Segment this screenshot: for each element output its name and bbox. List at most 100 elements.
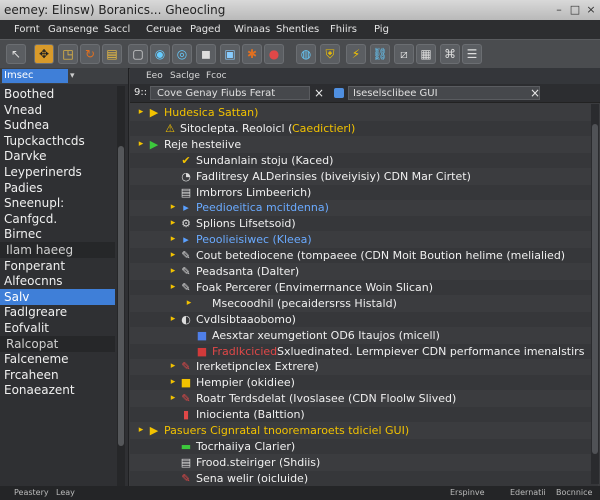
tree-row[interactable]: ▸ ✎ Cout betediocene (tompaeee (CDN Moit B… (130, 248, 598, 264)
record-tool-icon[interactable]: ● (264, 44, 284, 64)
menu-item-fornt[interactable]: Fornt (14, 20, 40, 39)
globe-tool-icon[interactable]: ◍ (296, 44, 316, 64)
rotate-tool-icon[interactable]: ↻ (80, 44, 100, 64)
zoom-tool-icon[interactable]: ◉ (150, 44, 170, 64)
sidebar-item[interactable]: Fadlgreare (0, 304, 115, 320)
tree-row[interactable]: ▸ ▸ Peedioeitica mcitdenna) (130, 200, 598, 215)
menu-item-winaas[interactable]: Winaas (234, 20, 270, 39)
tree-row[interactable]: ▮ Iniocienta (Balttion) (130, 407, 598, 423)
sidebar-selector[interactable]: Imsec (2, 69, 68, 83)
shield-tool-icon[interactable]: ⛨ (320, 44, 340, 64)
tree-row[interactable]: ✔ Sundanlain stoju (Kaced) (130, 152, 598, 168)
tree-scrollbar[interactable] (591, 104, 599, 484)
select-tool-icon[interactable]: ◳ (58, 44, 78, 64)
tree-row[interactable]: ▸ ✎ Roatr Terdsdelat (Ivoslasee (CDN Flool… (130, 391, 598, 406)
sidebar-scrollbar-thumb[interactable] (118, 146, 124, 446)
expand-arrow-icon[interactable]: ▸ (184, 296, 194, 311)
stop-tool-icon[interactable]: ◼ (196, 44, 216, 64)
slash-tool-icon[interactable]: ⧄ (394, 44, 414, 64)
tree-row[interactable]: ✎ Sena welir (oicluide) (130, 470, 598, 486)
path-field[interactable]: Iseselsclibee GUI (348, 86, 540, 100)
sliders-tool-icon[interactable]: ☰ (462, 44, 482, 64)
tree-row[interactable]: ▸ ▶ Hudesica Sattan) (130, 105, 598, 120)
sidebar-item[interactable]: Frcaheen (0, 367, 115, 383)
sidebar-item[interactable]: Eofvalit (0, 320, 115, 336)
tree-row[interactable]: ▤ Frood.steiriger (Shdiis) (130, 455, 598, 470)
grid-tool-icon[interactable]: ▦ (416, 44, 436, 64)
move-tool-icon[interactable]: ✥ (34, 44, 54, 64)
menu-item-shenties[interactable]: Shenties (276, 20, 319, 39)
path-close-icon[interactable]: × (314, 86, 324, 100)
code-tool-icon[interactable]: ⌘ (440, 44, 460, 64)
expand-arrow-icon[interactable]: ▸ (168, 264, 178, 279)
tree-row[interactable]: ▸ ■ Hempier (okidiee) (130, 375, 598, 391)
sidebar-item[interactable]: Ralcopat (0, 335, 115, 352)
expand-arrow-icon[interactable]: ▸ (168, 375, 178, 390)
tree-row[interactable]: ▸ ▶ Reje hesteiive (130, 137, 598, 152)
tree-row[interactable]: ▤ Imbrrors Limbeerich) (130, 184, 598, 200)
link-tool-icon[interactable]: ⛓ (370, 44, 390, 64)
render-tool-icon[interactable]: ✱ (242, 44, 262, 64)
frame-tool-icon[interactable]: ▣ (220, 44, 240, 64)
sidebar-item[interactable]: Salv (0, 288, 115, 305)
tree-row[interactable]: ■ Fradlkcicied Sxluedinated. Lermpiever C… (130, 343, 598, 359)
expand-arrow-icon[interactable]: ▸ (136, 105, 146, 120)
tree-row[interactable]: ■ Aesxtar xeumgetiont OD6 Itaujos (micell… (130, 328, 598, 343)
tab-saclge[interactable]: Saclge (170, 68, 200, 84)
expand-arrow-icon[interactable]: ▸ (136, 137, 146, 152)
sidebar-item[interactable]: Padies (0, 180, 115, 196)
tree-row[interactable]: ⚠ Sitoclepta. Reoloicl (Caedictierl) (130, 120, 598, 136)
sidebar-item[interactable]: Birnec (0, 226, 115, 242)
tree-row[interactable]: ▸ ⚙ Splions Lifsetsoid) (130, 216, 598, 232)
expand-arrow-icon[interactable]: ▸ (168, 391, 178, 406)
sidebar-item[interactable]: Sneenupl: (0, 195, 115, 211)
menu-item-pig[interactable]: Pig (374, 20, 389, 39)
pointer-tool-icon[interactable]: ↖ (6, 44, 26, 64)
sidebar-item[interactable]: Fonperant (0, 258, 115, 274)
sidebar-item[interactable]: Vnead (0, 102, 115, 118)
sidebar-scrollbar[interactable] (117, 86, 125, 486)
sidebar-item[interactable]: Darvke (0, 148, 115, 164)
sidebar-item[interactable]: Leyperinerds (0, 164, 115, 180)
expand-arrow-icon[interactable]: ▸ (168, 359, 178, 374)
sidebar-item[interactable]: Alfeocnns (0, 273, 115, 289)
tree-row[interactable]: ▬ Tocrhaiiya Clarier) (130, 438, 598, 454)
sidebar-item[interactable]: Canfgcd. (0, 211, 115, 227)
sidebar-item[interactable]: Sudnea (0, 117, 115, 133)
tree-row[interactable]: ▸ ▸ Peoolieisiwec (Kleea) (130, 232, 598, 247)
expand-arrow-icon[interactable]: ▸ (136, 423, 146, 438)
menu-item-ceruae[interactable]: Ceruae (146, 20, 182, 39)
menu-item-saccl[interactable]: Saccl (104, 20, 130, 39)
sidebar-item[interactable]: Ilam haeeg (0, 242, 115, 258)
tab-fcoc[interactable]: Fcoc (206, 68, 227, 84)
expand-arrow-icon[interactable]: ▸ (168, 312, 178, 327)
tree-row[interactable]: ◔ Fadlitresy ALDerinsies (biveiyisiy) CDN… (130, 169, 598, 184)
expand-arrow-icon[interactable]: ▸ (168, 216, 178, 231)
close-button[interactable]: × (584, 3, 598, 17)
expand-arrow-icon[interactable]: ▸ (168, 248, 178, 263)
path-crumb[interactable]: Cove Genay Fiubs Ferat (150, 86, 310, 100)
expand-arrow-icon[interactable]: ▸ (168, 200, 178, 215)
tree-row[interactable]: ▸ ✎ Irerketipnclex Extrere) (130, 359, 598, 374)
menu-item-paged[interactable]: Paged (190, 20, 221, 39)
minimize-button[interactable]: – (552, 3, 566, 17)
tab-eeo[interactable]: Eeo (146, 68, 163, 84)
expand-arrow-icon[interactable]: ▸ (168, 280, 178, 295)
sidebar-item[interactable]: Falceneme (0, 351, 115, 367)
tree-row[interactable]: ▸ ✎ Peadsanta (Dalter) (130, 264, 598, 279)
tree-scrollbar-thumb[interactable] (592, 124, 598, 454)
chevron-down-icon[interactable]: ▾ (70, 69, 75, 83)
tree-row[interactable]: ▸ ▶ Pasuers Cignratal tnooremaroets tdicie… (130, 423, 598, 438)
sidebar-item[interactable]: Eonaeazent (0, 382, 115, 398)
menu-item-fhiirs[interactable]: Fhiirs (330, 20, 357, 39)
menu-item-gansenge[interactable]: Gansenge (48, 20, 98, 39)
tree-row[interactable]: ▸ Msecoodhil (pecaidersrss Histald) (130, 296, 598, 311)
bolt-tool-icon[interactable]: ⚡ (346, 44, 366, 64)
path-field-close-icon[interactable]: × (530, 86, 540, 100)
sidebar-item[interactable]: Boothed (0, 86, 115, 102)
folder-tool-icon[interactable]: ▤ (102, 44, 122, 64)
expand-arrow-icon[interactable]: ▸ (168, 232, 178, 247)
sidebar-item[interactable]: Tupckacthcds (0, 133, 115, 149)
tree-row[interactable]: ▸ ◐ Cvdlsibtaaobomo) (130, 311, 598, 327)
tree-row[interactable]: ▸ ✎ Foak Percerer (Envimerrnance Woin Slic… (130, 279, 598, 295)
